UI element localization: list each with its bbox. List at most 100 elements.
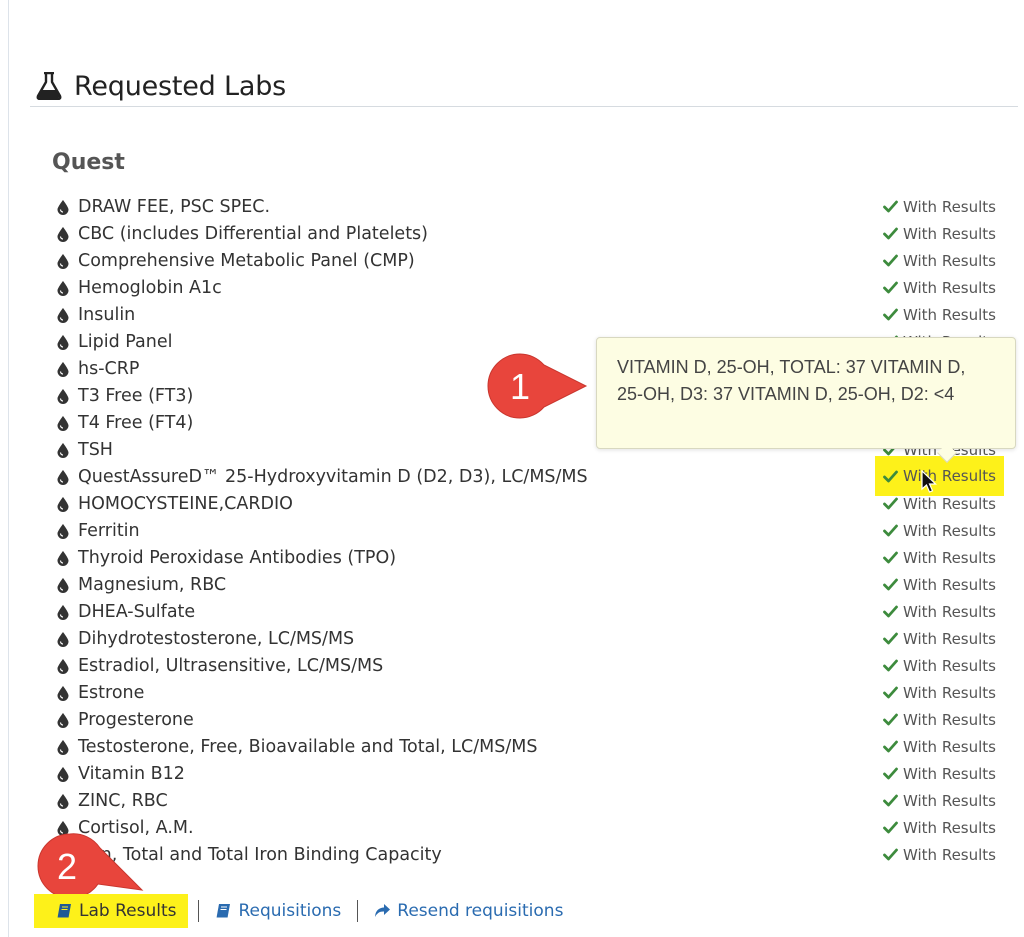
drop-icon bbox=[57, 307, 69, 323]
lab-row: Ferritin With Results bbox=[52, 517, 1002, 544]
lab-results-link[interactable]: Lab Results bbox=[34, 894, 189, 928]
check-icon bbox=[883, 605, 898, 618]
lab-name: Vitamin B12 bbox=[78, 763, 185, 784]
resend-requisitions-link[interactable]: Resend requisitions bbox=[368, 894, 569, 928]
lab-name: Thyroid Peroxidase Antibodies (TPO) bbox=[78, 547, 397, 568]
check-icon bbox=[883, 821, 898, 834]
drop-icon bbox=[57, 253, 69, 269]
lab-status-badge[interactable]: With Results bbox=[883, 841, 996, 868]
check-icon bbox=[883, 740, 898, 753]
lab-status-label: With Results bbox=[903, 251, 996, 270]
tooltip-text: VITAMIN D, 25-OH, TOTAL: 37 VITAMIN D, 2… bbox=[617, 357, 966, 404]
drop-icon bbox=[57, 766, 69, 782]
lab-status-label: With Results bbox=[903, 548, 996, 567]
lab-row: QuestAssureD™ 25-Hydroxyvitamin D (D2, D… bbox=[52, 456, 1004, 496]
lab-name: Ferritin bbox=[78, 520, 140, 541]
lab-row: Cortisol, A.M. With Results bbox=[52, 814, 1002, 841]
callout-1: 1 bbox=[484, 352, 588, 420]
lab-name: Estrone bbox=[78, 682, 145, 703]
header-divider bbox=[30, 106, 1018, 107]
lab-status-badge[interactable]: With Results bbox=[883, 652, 996, 679]
drop-icon bbox=[57, 415, 69, 431]
lab-name: ZINC, RBC bbox=[78, 790, 168, 811]
lab-row: Vitamin B12 With Results bbox=[52, 760, 1002, 787]
lab-row: DHEA-Sulfate With Results bbox=[52, 598, 1002, 625]
drop-icon bbox=[57, 793, 69, 809]
panel-title: Requested Labs bbox=[74, 70, 287, 102]
lab-status-badge[interactable]: With Results bbox=[883, 679, 996, 706]
lab-name: Comprehensive Metabolic Panel (CMP) bbox=[78, 250, 415, 271]
lab-status-badge[interactable]: With Results bbox=[883, 517, 996, 544]
check-icon bbox=[883, 227, 898, 240]
lab-row: Hemoglobin A1c With Results bbox=[52, 274, 1002, 301]
lab-status-label: With Results bbox=[903, 602, 996, 621]
lab-status-label: With Results bbox=[903, 278, 996, 297]
lab-row: Magnesium, RBC With Results bbox=[52, 571, 1002, 598]
lab-row: Testosterone, Free, Bioavailable and Tot… bbox=[52, 733, 1002, 760]
lab-name: CBC (includes Differential and Platelets… bbox=[78, 223, 428, 244]
result-tooltip: VITAMIN D, 25-OH, TOTAL: 37 VITAMIN D, 2… bbox=[596, 337, 1016, 449]
book-icon bbox=[217, 904, 231, 918]
lab-row: CBC (includes Differential and Platelets… bbox=[52, 220, 1002, 247]
requisitions-link[interactable]: Requisitions bbox=[209, 894, 347, 928]
drop-icon bbox=[57, 631, 69, 647]
drop-icon bbox=[57, 469, 69, 485]
lab-status-badge[interactable]: With Results bbox=[883, 544, 996, 571]
lab-status-label: With Results bbox=[903, 791, 996, 810]
lab-status-badge[interactable]: With Results bbox=[883, 814, 996, 841]
lab-status-badge[interactable]: With Results bbox=[883, 193, 996, 220]
lab-status-badge[interactable]: With Results bbox=[883, 571, 996, 598]
drop-icon bbox=[57, 226, 69, 242]
check-icon bbox=[883, 632, 898, 645]
lab-status-badge[interactable]: With Results bbox=[883, 274, 996, 301]
drop-icon bbox=[57, 604, 69, 620]
lab-list: DRAW FEE, PSC SPEC. With Results CBC (incl… bbox=[52, 193, 1004, 868]
lab-status-label: With Results bbox=[903, 305, 996, 324]
lab-name: QuestAssureD™ 25-Hydroxyvitamin D (D2, D… bbox=[78, 466, 588, 487]
lab-group-title: Quest bbox=[52, 150, 125, 175]
check-icon bbox=[883, 713, 898, 726]
lab-row: Thyroid Peroxidase Antibodies (TPO) With … bbox=[52, 544, 1002, 571]
check-icon bbox=[883, 497, 898, 510]
lab-status-badge[interactable]: With Results bbox=[883, 733, 996, 760]
lab-status-badge[interactable]: With Results bbox=[883, 301, 996, 328]
mouse-cursor-icon bbox=[921, 470, 937, 493]
check-icon bbox=[883, 659, 898, 672]
share-icon bbox=[375, 904, 391, 917]
lab-name: Lipid Panel bbox=[78, 331, 173, 352]
lab-status-label: With Results bbox=[903, 629, 996, 648]
requisitions-label: Requisitions bbox=[238, 901, 342, 921]
check-icon bbox=[883, 281, 898, 294]
lab-status-label: With Results bbox=[903, 710, 996, 729]
footer-separator bbox=[198, 900, 200, 922]
lab-row: HOMOCYSTEINE,CARDIO With Results bbox=[52, 490, 1002, 517]
check-icon bbox=[883, 578, 898, 591]
lab-row: Estradiol, Ultrasensitive, LC/MS/MS With … bbox=[52, 652, 1002, 679]
page-left-border bbox=[8, 0, 9, 937]
lab-status-badge[interactable]: With Results bbox=[883, 787, 996, 814]
lab-status-badge[interactable]: With Results bbox=[883, 247, 996, 274]
lab-status-badge[interactable]: With Results bbox=[883, 760, 996, 787]
lab-status-badge[interactable]: With Results bbox=[883, 706, 996, 733]
lab-row: DRAW FEE, PSC SPEC. With Results bbox=[52, 193, 1002, 220]
drop-icon bbox=[57, 523, 69, 539]
drop-icon bbox=[57, 550, 69, 566]
lab-row: Comprehensive Metabolic Panel (CMP) With … bbox=[52, 247, 1002, 274]
lab-status-badge[interactable]: With Results bbox=[883, 625, 996, 652]
lab-status-badge[interactable]: With Results bbox=[883, 220, 996, 247]
lab-name: TSH bbox=[78, 439, 113, 460]
lab-name: Hemoglobin A1c bbox=[78, 277, 222, 298]
lab-status-label: With Results bbox=[903, 521, 996, 540]
lab-status-label: With Results bbox=[903, 737, 996, 756]
check-icon bbox=[883, 308, 898, 321]
lab-status-badge[interactable]: With Results bbox=[883, 490, 996, 517]
lab-status-label: With Results bbox=[903, 197, 996, 216]
lab-row: ZINC, RBC With Results bbox=[52, 787, 1002, 814]
drop-icon bbox=[57, 388, 69, 404]
lab-row: Insulin With Results bbox=[52, 301, 1002, 328]
drop-icon bbox=[57, 334, 69, 350]
lab-row: Dihydrotestosterone, LC/MS/MS With Result… bbox=[52, 625, 1002, 652]
check-icon bbox=[883, 767, 898, 780]
lab-status-label: With Results bbox=[903, 818, 996, 837]
lab-status-badge[interactable]: With Results bbox=[883, 598, 996, 625]
